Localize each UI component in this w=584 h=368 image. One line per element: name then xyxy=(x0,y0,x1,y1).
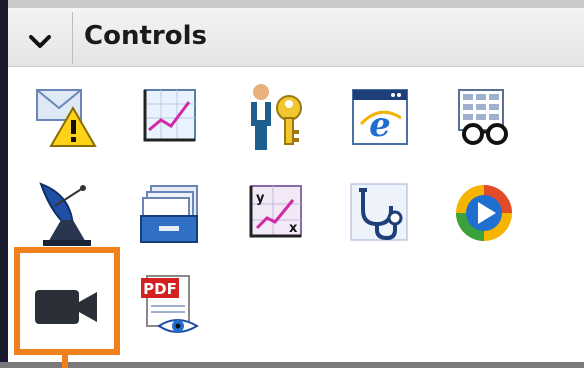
card-file-icon[interactable] xyxy=(128,171,212,255)
svg-text:y: y xyxy=(256,191,265,206)
highlight-pointer xyxy=(62,355,68,368)
top-border xyxy=(0,0,584,8)
stethoscope-icon[interactable] xyxy=(338,171,422,255)
browser-e-icon[interactable]: e xyxy=(338,75,422,159)
svg-text:x: x xyxy=(289,221,298,236)
panel-title: Controls xyxy=(84,21,207,51)
left-border xyxy=(0,0,8,368)
satellite-dish-icon[interactable] xyxy=(24,171,108,255)
header-separator xyxy=(72,12,73,64)
media-play-icon[interactable] xyxy=(442,171,526,255)
panel-header[interactable]: Controls xyxy=(8,8,584,67)
xy-chart-icon[interactable]: y x xyxy=(234,171,318,255)
selection-highlight xyxy=(14,247,120,355)
pdf-viewer-icon[interactable]: PDF xyxy=(128,263,212,347)
user-key-icon[interactable] xyxy=(234,75,318,159)
data-glasses-icon[interactable] xyxy=(442,75,526,159)
mail-warning-icon[interactable] xyxy=(24,75,108,159)
pdf-label: PDF xyxy=(143,280,177,298)
chevron-down-icon[interactable] xyxy=(22,24,58,60)
controls-panel: Controls e y x PDF xyxy=(0,0,584,368)
line-chart-icon[interactable] xyxy=(128,75,212,159)
bottom-border xyxy=(0,362,584,368)
